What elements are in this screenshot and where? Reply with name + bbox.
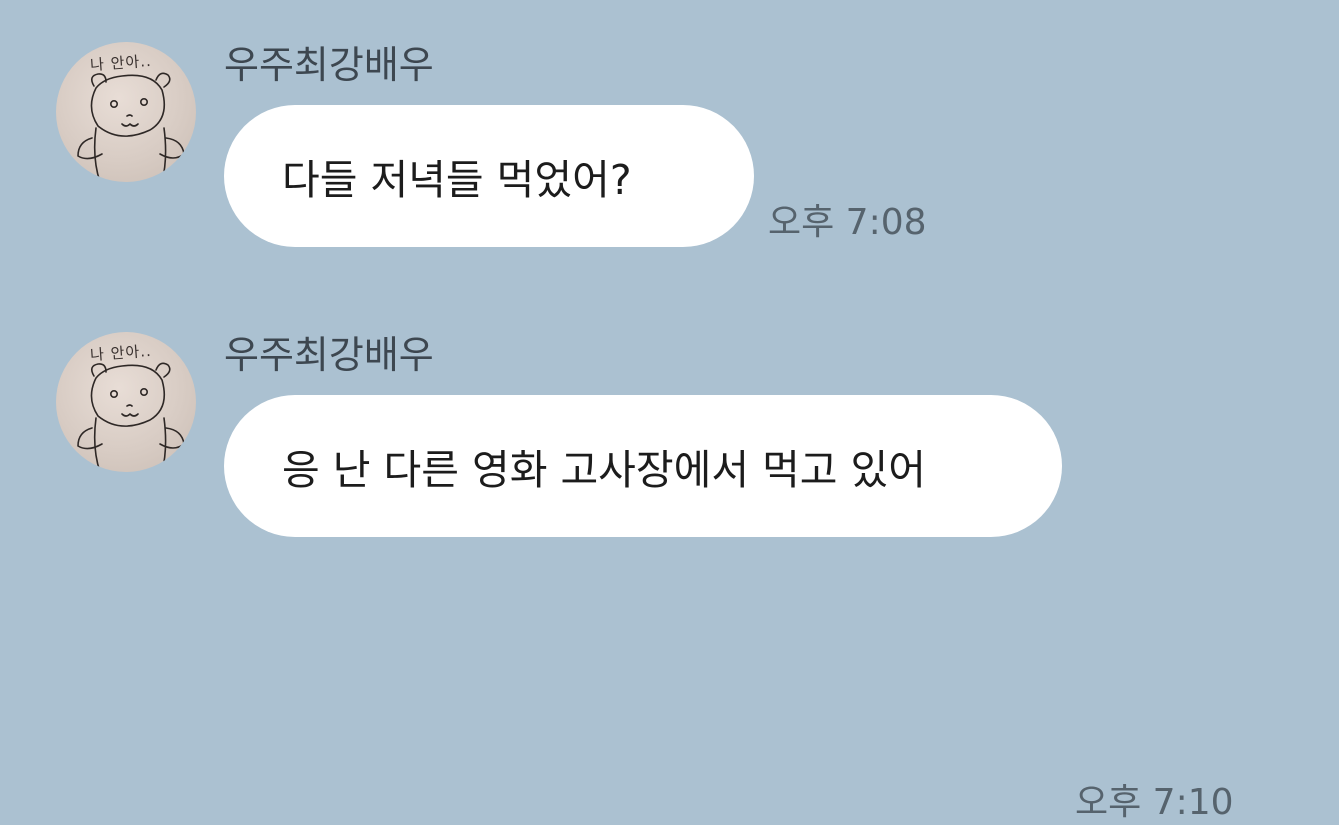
bear-icon	[77, 72, 185, 182]
avatar[interactable]: 나 안아..	[56, 42, 196, 182]
sender-name: 우주최강배우	[224, 333, 434, 377]
avatar[interactable]: 나 안아..	[56, 332, 196, 472]
message-bubble[interactable]: 다들 저녁들 먹었어?	[224, 105, 754, 247]
sender-name: 우주최강배우	[224, 43, 434, 87]
message-bubble[interactable]: 응 난 다른 영화 고사장에서 먹고 있어	[224, 395, 1062, 537]
message-text: 다들 저녁들 먹었어?	[282, 156, 632, 204]
chat-area: 나 안아.. 우주최강배우 다들 저녁들 먹었어? 오후 7:08 나 안아..…	[0, 0, 1339, 823]
message-time: 오후 7:10	[1075, 782, 1234, 823]
message-time: 오후 7:08	[768, 202, 927, 243]
message-text: 응 난 다른 영화 고사장에서 먹고 있어	[282, 446, 926, 494]
bear-icon	[77, 362, 185, 472]
